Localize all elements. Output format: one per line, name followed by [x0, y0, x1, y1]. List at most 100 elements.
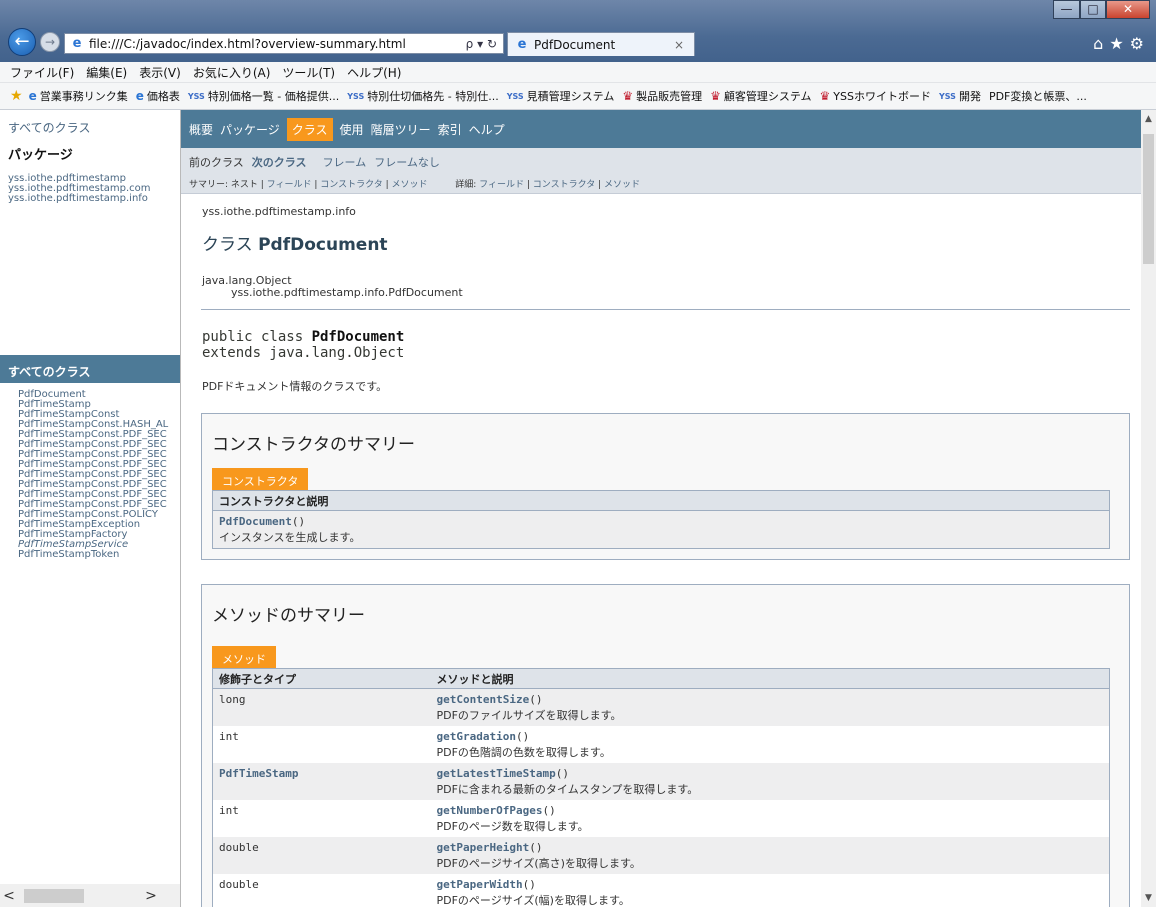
all-classes-link[interactable]: すべてのクラス — [8, 119, 180, 136]
favorite-link[interactable]: YSS 特別価格一覧 - 価格提供... — [188, 88, 339, 104]
ie-page-icon: e — [28, 89, 37, 103]
inheritance-tree: java.lang.Object yss.iothe.pdftimestamp.… — [202, 275, 1131, 299]
class-title-name: PdfDocument — [258, 235, 388, 255]
nav-tree[interactable]: 階層ツリー — [371, 121, 431, 138]
menu-favorites[interactable]: お気に入り(A) — [193, 64, 271, 81]
detail-prefix: 詳細: — [455, 180, 480, 190]
nav-use[interactable]: 使用 — [340, 121, 364, 138]
favorite-link[interactable]: ♛ 顧客管理システム — [710, 88, 811, 104]
constructor-tab: コンストラクタ — [212, 468, 309, 490]
home-favorites-settings-icons[interactable]: ⌂★⚙ — [1093, 34, 1150, 53]
maximize-button[interactable]: □ — [1080, 0, 1106, 19]
package-name: yss.iothe.pdftimestamp.info — [202, 205, 356, 218]
declaration-class-name: PdfDocument — [311, 329, 405, 345]
main-vertical-scrollbar[interactable]: ▲ ▼ — [1141, 110, 1156, 907]
class-declaration: public class PdfDocument extends java.la… — [202, 329, 1131, 361]
menu-edit[interactable]: 編集(E) — [86, 64, 127, 81]
method-link[interactable]: getGradation — [437, 730, 516, 743]
prev-class-label: 前のクラス — [189, 156, 244, 169]
tab-ie-icon: e — [517, 36, 527, 52]
company-logo-icon: ♛ — [710, 89, 721, 103]
constructor-link[interactable]: PdfDocument — [219, 515, 292, 528]
forward-button[interactable]: → — [40, 32, 60, 52]
close-window-button[interactable]: ✕ — [1106, 0, 1150, 19]
favorite-link[interactable]: e 価格表 — [136, 88, 180, 104]
address-url[interactable]: file:///C:/javadoc/index.html?overview-s… — [89, 37, 466, 51]
nav-overview[interactable]: 概要 — [189, 121, 213, 138]
package-link[interactable]: yss.iothe.pdftimestamp.info — [8, 194, 180, 204]
left-horizontal-scrollbar[interactable]: < > — [0, 884, 180, 907]
summary-method-link[interactable]: メソッド — [391, 180, 427, 190]
back-button[interactable]: ← — [8, 28, 36, 56]
method-summary-title: メソッドのサマリー — [212, 606, 365, 626]
browser-tab[interactable]: e PdfDocument × — [507, 32, 695, 56]
back-arrow-icon: ← — [14, 31, 30, 52]
class-list: PdfDocument PdfTimeStamp PdfTimeStampCon… — [0, 383, 180, 560]
tab-title: PdfDocument — [534, 37, 616, 52]
yss-logo-icon: YSS — [347, 91, 365, 101]
ie-page-icon: e — [135, 89, 144, 103]
nav-class-active: クラス — [286, 117, 333, 141]
favorite-link[interactable]: YSS 開発 — [939, 88, 981, 104]
favorite-link[interactable]: YSS 特別仕切価格先 - 特別仕... — [347, 88, 498, 104]
address-bar[interactable]: e file:///C:/javadoc/index.html?overview… — [64, 33, 504, 54]
menu-tools[interactable]: ツール(T) — [282, 64, 335, 81]
detail-field-link[interactable]: フィールド — [479, 180, 524, 190]
favorite-link[interactable]: PDF変換と帳票、... — [989, 88, 1087, 104]
nav-package[interactable]: パッケージ — [220, 121, 280, 138]
window-controls: — □ ✕ — [1053, 0, 1150, 19]
frames-link[interactable]: フレーム — [323, 154, 367, 170]
class-description: PDFドキュメント情報のクラスです。 — [202, 380, 388, 393]
method-desc: PDFのページ数を取得します。 — [436, 820, 589, 833]
constructor-desc: インスタンスを生成します。 — [219, 531, 361, 544]
scroll-up-icon[interactable]: ▲ — [1141, 110, 1156, 128]
class-link[interactable]: PdfTimeStampToken — [18, 550, 180, 560]
menu-help[interactable]: ヘルプ(H) — [347, 64, 401, 81]
favorites-bar: ★ e 営業事務リンク集 e 価格表 YSS 特別価格一覧 - 価格提供... YSS… — [0, 83, 1156, 110]
favorites-star-icon[interactable]: ★ — [10, 88, 23, 104]
no-frames-link[interactable]: フレームなし — [374, 154, 440, 170]
scroll-thumb[interactable] — [1143, 134, 1154, 264]
class-title: クラス PdfDocument — [202, 235, 388, 255]
detail-method-link[interactable]: メソッド — [604, 180, 640, 190]
method-link[interactable]: getLatestTimeStamp — [437, 767, 556, 780]
company-logo-icon: ♛ — [819, 89, 831, 103]
divider — [201, 309, 1130, 310]
ie-page-icon: e — [72, 35, 82, 51]
method-desc: PDFのページサイズ(高さ)を取得します。 — [436, 857, 641, 870]
method-link[interactable]: getContentSize — [437, 693, 530, 706]
menu-bar: ファイル(F) 編集(E) 表示(V) お気に入り(A) ツール(T) ヘルプ(… — [0, 62, 1156, 83]
nav-help[interactable]: ヘルプ — [469, 121, 505, 138]
scroll-down-icon[interactable]: ▼ — [1141, 889, 1156, 907]
constructor-summary-title: コンストラクタのサマリー — [212, 435, 415, 455]
favorite-link[interactable]: ♛ YSSホワイトボード — [820, 88, 931, 104]
modifier-type-header: 修飾子とタイプ — [212, 668, 431, 689]
summary-field-link[interactable]: フィールド — [267, 180, 312, 190]
menu-file[interactable]: ファイル(F) — [10, 64, 74, 81]
nav-index[interactable]: 索引 — [438, 121, 462, 138]
menu-view[interactable]: 表示(V) — [139, 64, 181, 81]
tab-close-icon[interactable]: × — [674, 38, 688, 52]
scroll-thumb[interactable] — [24, 888, 84, 903]
method-summary: メソッドのサマリー メソッド 修飾子とタイプ メソッドと説明 long getC… — [201, 584, 1130, 907]
next-class-link[interactable]: 次のクラス — [252, 154, 307, 170]
scroll-left-icon[interactable]: < — [0, 888, 18, 904]
declaration-extends: extends java.lang.Object — [202, 345, 405, 361]
method-link[interactable]: getNumberOfPages — [437, 804, 543, 817]
summary-constructor-link[interactable]: コンストラクタ — [320, 180, 382, 190]
favorite-link[interactable]: YSS 見積管理システム — [507, 88, 615, 104]
method-desc-header: メソッドと説明 — [430, 668, 1110, 689]
method-link[interactable]: getPaperHeight — [437, 841, 530, 854]
favorite-link[interactable]: ♛ 製品販売管理 — [622, 88, 702, 104]
favorite-link[interactable]: e 営業事務リンク集 — [29, 88, 128, 104]
method-link[interactable]: getPaperWidth — [437, 878, 523, 891]
table-row: PdfDocument() インスタンスを生成します。 — [212, 510, 1110, 549]
constructor-table: コンストラクタと説明 PdfDocument() インスタンスを生成します。 — [212, 490, 1110, 549]
return-type-link[interactable]: PdfTimeStamp — [219, 767, 298, 780]
scroll-right-icon[interactable]: > — [142, 888, 160, 904]
search-refresh-icons[interactable]: ρ ▾ ↻ — [466, 37, 503, 51]
table-row: double getPaperWidth() PDFのページサイズ(幅)を取得しま… — [212, 874, 1110, 907]
detail-constructor-link[interactable]: コンストラクタ — [533, 180, 595, 190]
minimize-button[interactable]: — — [1053, 0, 1080, 19]
class-list-frame: すべてのクラス PdfDocument PdfTimeStamp PdfTime… — [0, 355, 180, 885]
